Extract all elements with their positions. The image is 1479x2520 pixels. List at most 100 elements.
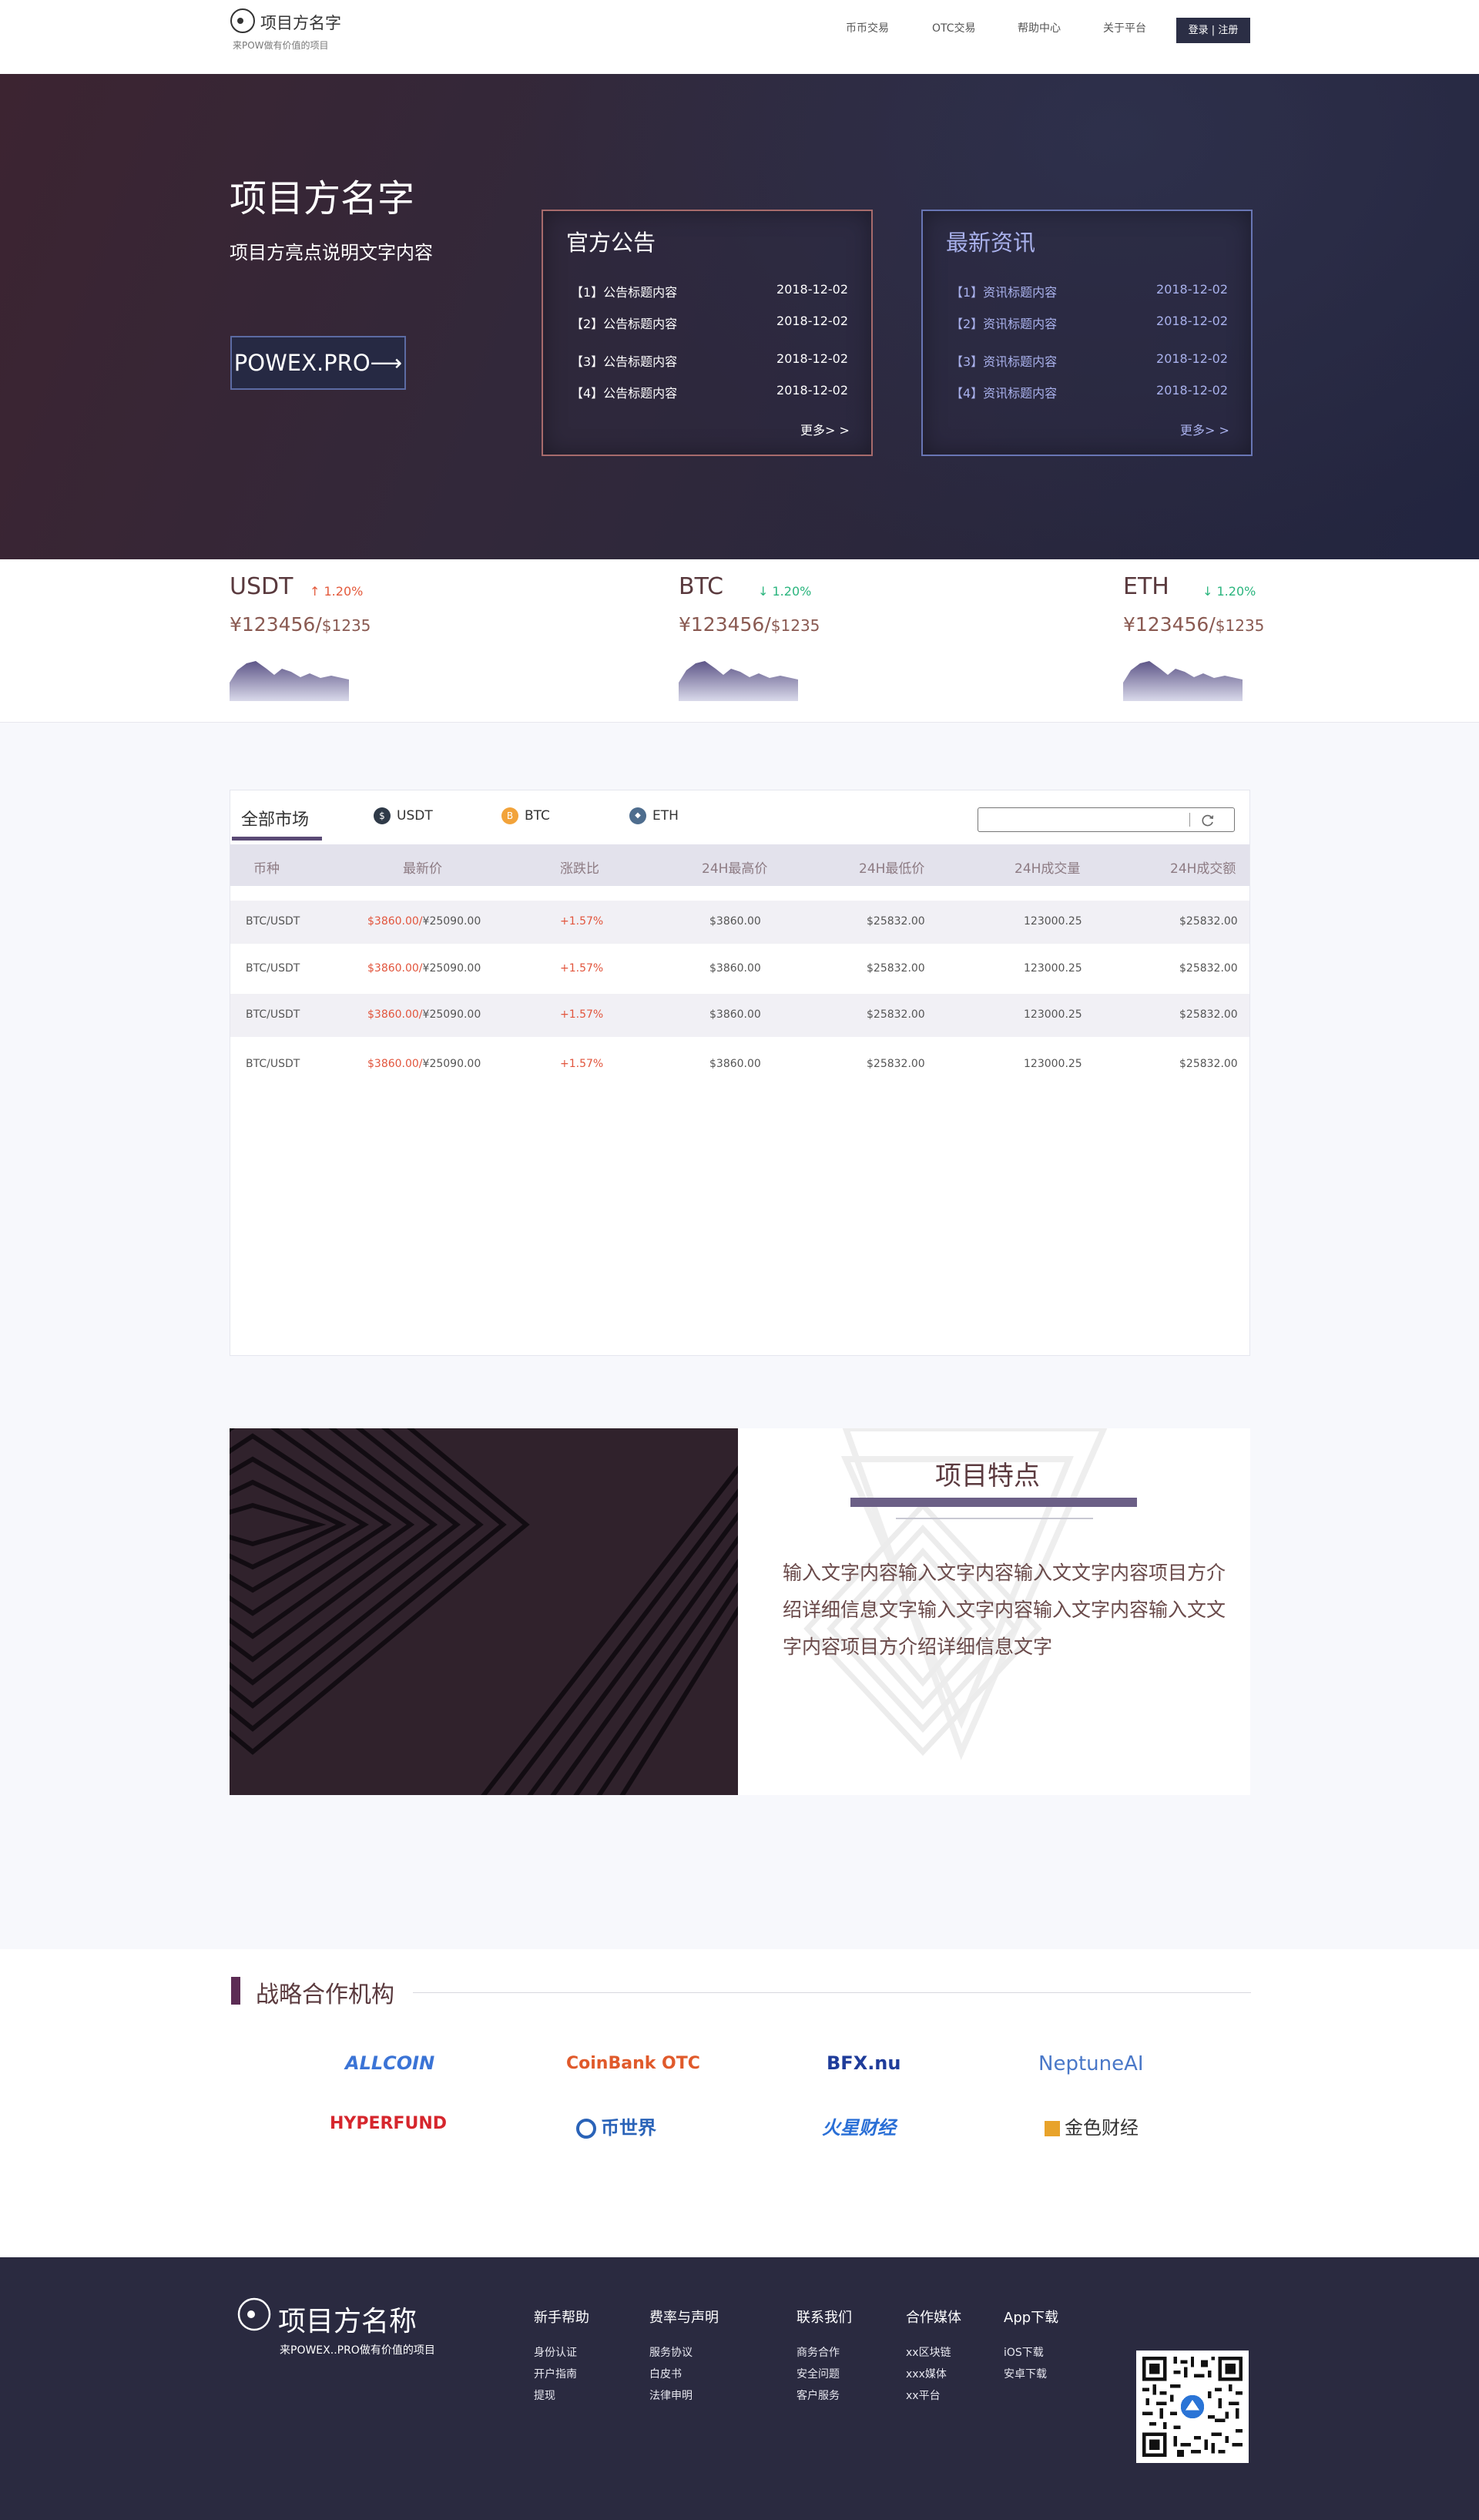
- partner-logo-allcoin[interactable]: ALLCOIN: [345, 2052, 434, 2083]
- low-cell: $25832.00: [867, 1008, 925, 1021]
- high-cell: $3860.00: [709, 1008, 761, 1021]
- footer-title: 项目方名称: [278, 2306, 418, 2337]
- logo-tagline: 来POW做有价值的项目: [233, 40, 329, 51]
- nav-coin-trade[interactable]: 币币交易: [846, 20, 889, 35]
- footer-link[interactable]: 安全问题: [797, 2364, 852, 2385]
- footer-link[interactable]: iOS下载: [1004, 2342, 1058, 2364]
- footer-link[interactable]: xx区块链: [906, 2342, 961, 2364]
- tab-label: USDT: [397, 808, 433, 824]
- ticker-eth[interactable]: ETH ↓ 1.20% ¥123456/$1235: [1123, 573, 1264, 712]
- announcements-panel: 官方公告 【1】公告标题内容 2018-12-02 【2】公告标题内容 2018…: [542, 210, 873, 456]
- footer-column-title: App下载: [1004, 2310, 1059, 2326]
- footer-link[interactable]: xxx媒体: [906, 2364, 961, 2385]
- news-item[interactable]: 【3】资讯标题内容 2018-12-02: [951, 351, 1228, 370]
- footer-column-title: 合作媒体: [906, 2310, 961, 2326]
- announcements-more-link[interactable]: 更多> >: [800, 420, 850, 438]
- footer-link[interactable]: 安卓下载: [1004, 2364, 1058, 2385]
- market-search-input[interactable]: [983, 811, 1191, 828]
- ticker-price: ¥123456/$1235: [679, 613, 820, 636]
- change-cell: +1.57%: [560, 915, 604, 928]
- ticker-price-usd: $1235: [770, 616, 820, 635]
- footer-link[interactable]: 商务合作: [797, 2342, 852, 2364]
- refresh-icon[interactable]: [1200, 813, 1216, 828]
- news-item[interactable]: 【2】资讯标题内容 2018-12-02: [951, 314, 1228, 332]
- news-item-date: 2018-12-02: [1156, 314, 1228, 328]
- partner-logo-bfx[interactable]: BFX.nu: [827, 2052, 900, 2083]
- news-item-title: 【1】资讯标题内容: [951, 285, 1058, 300]
- news-item[interactable]: 【4】资讯标题内容 2018-12-02: [951, 383, 1228, 401]
- site-logo[interactable]: 项目方名字 来POW做有价值的项目: [230, 8, 384, 54]
- tab-eth[interactable]: ◆ ETH: [629, 807, 679, 838]
- ticker-price-cny: ¥123456/: [679, 613, 771, 636]
- partner-logo-jinse[interactable]: 金色财经: [1045, 2112, 1139, 2143]
- news-item[interactable]: 【1】资讯标题内容 2018-12-02: [951, 282, 1228, 300]
- footer-logo-icon: [237, 2297, 271, 2331]
- login-register-button[interactable]: 登录 | 注册: [1176, 18, 1250, 43]
- table-row[interactable]: BTC/USDT $3860.00/¥25090.00 +1.57% $3860…: [230, 1043, 1249, 1086]
- footer-link[interactable]: 法律申明: [649, 2385, 719, 2407]
- announcement-item[interactable]: 【4】公告标题内容 2018-12-02: [571, 383, 848, 401]
- column-header[interactable]: 币种: [253, 857, 280, 877]
- column-header[interactable]: 24H最低价: [859, 857, 924, 877]
- ticker-price-cny: ¥123456/: [1123, 613, 1216, 636]
- nav-otc-trade[interactable]: OTC交易: [932, 20, 976, 35]
- column-header[interactable]: 24H成交额: [1170, 857, 1236, 877]
- column-header[interactable]: 涨跌比: [560, 857, 599, 877]
- column-header[interactable]: 24H最高价: [702, 857, 767, 877]
- low-cell: $25832.00: [867, 1058, 925, 1070]
- announcement-item[interactable]: 【1】公告标题内容 2018-12-02: [571, 282, 848, 300]
- change-cell: +1.57%: [560, 1058, 604, 1070]
- footer-link[interactable]: 开户指南: [534, 2364, 589, 2385]
- nav-about-platform[interactable]: 关于平台: [1103, 20, 1146, 35]
- ticker-usdt[interactable]: USDT ↑ 1.20% ¥123456/$1235: [230, 573, 371, 712]
- ticker-strip: USDT ↑ 1.20% ¥123456/$1235 BTC ↓ 1.20% ¥…: [0, 559, 1479, 723]
- jinse-mark-icon: [1045, 2121, 1060, 2136]
- table-row[interactable]: BTC/USDT $3860.00/¥25090.00 +1.57% $3860…: [230, 901, 1249, 944]
- hero-banner: 项目方名字 项目方亮点说明文字内容 POWEX.PRO⟶ 官方公告 【1】公告标…: [0, 74, 1479, 559]
- announcement-item[interactable]: 【2】公告标题内容 2018-12-02: [571, 314, 848, 332]
- partner-logo-hyperfund[interactable]: HYPERFUND: [330, 2114, 447, 2145]
- footer-column-media: 合作媒体 xx区块链 xxx媒体 xx平台: [906, 2307, 961, 2407]
- announcement-date: 2018-12-02: [776, 314, 848, 328]
- nav-help-center[interactable]: 帮助中心: [1018, 20, 1061, 35]
- price-usd: $3860.00/: [367, 1008, 423, 1021]
- footer-column-title: 新手帮助: [534, 2310, 589, 2326]
- tab-all-markets[interactable]: 全部市场: [241, 806, 309, 837]
- ticker-btc[interactable]: BTC ↓ 1.20% ¥123456/$1235: [679, 573, 820, 712]
- column-header[interactable]: 24H成交量: [1015, 857, 1080, 877]
- footer-link[interactable]: xx平台: [906, 2385, 961, 2407]
- tab-usdt[interactable]: $ USDT: [374, 807, 433, 838]
- tab-label: ETH: [652, 808, 679, 824]
- partner-logo-coinbank[interactable]: CoinBank OTC: [566, 2054, 700, 2085]
- announcement-item[interactable]: 【3】公告标题内容 2018-12-02: [571, 351, 848, 370]
- partner-logo-bishijie[interactable]: 币世界: [576, 2112, 656, 2143]
- low-cell: $25832.00: [867, 915, 925, 928]
- footer-link[interactable]: 提现: [534, 2385, 589, 2407]
- partner-logo-neptuneai[interactable]: NeptuneAI: [1038, 2052, 1144, 2083]
- pair-cell: BTC/USDT: [246, 915, 300, 928]
- table-row[interactable]: BTC/USDT $3860.00/¥25090.00 +1.57% $3860…: [230, 948, 1249, 991]
- site-footer: 项目方名称 来POWEX..PRO做有价值的项目 新手帮助 身份认证 开户指南 …: [0, 2257, 1479, 2520]
- column-header[interactable]: 最新价: [403, 857, 442, 877]
- news-more-link[interactable]: 更多> >: [1180, 420, 1229, 438]
- sparkline-chart-icon: [679, 661, 798, 701]
- announcements-title: 官方公告: [566, 230, 656, 256]
- hero-cta-button[interactable]: POWEX.PRO⟶: [230, 336, 406, 390]
- pair-cell: BTC/USDT: [246, 1008, 300, 1021]
- news-title: 最新资讯: [946, 230, 1036, 256]
- footer-link[interactable]: 身份认证: [534, 2342, 589, 2364]
- nested-diamond-pattern-icon: [0, 1294, 1011, 2135]
- partner-logo-huoxing[interactable]: 火星财经: [822, 2112, 896, 2143]
- table-row[interactable]: BTC/USDT $3860.00/¥25090.00 +1.57% $3860…: [230, 994, 1249, 1037]
- market-table: 全部市场 $ USDT B BTC ◆ ETH 币种 最新价 涨跌比 24H最高价 2…: [230, 790, 1250, 1356]
- footer-link[interactable]: 白皮书: [649, 2364, 719, 2385]
- footer-link[interactable]: 服务协议: [649, 2342, 719, 2364]
- tab-btc[interactable]: B BTC: [501, 807, 550, 838]
- logo-mark-icon: [230, 8, 255, 33]
- price-cell: $3860.00/¥25090.00: [367, 1008, 481, 1021]
- footer-link[interactable]: 客户服务: [797, 2385, 852, 2407]
- search-divider: [1189, 813, 1190, 827]
- price-cny: ¥25090.00: [422, 1058, 481, 1070]
- hero-title: 项目方名字: [230, 177, 415, 220]
- market-search: [978, 807, 1235, 832]
